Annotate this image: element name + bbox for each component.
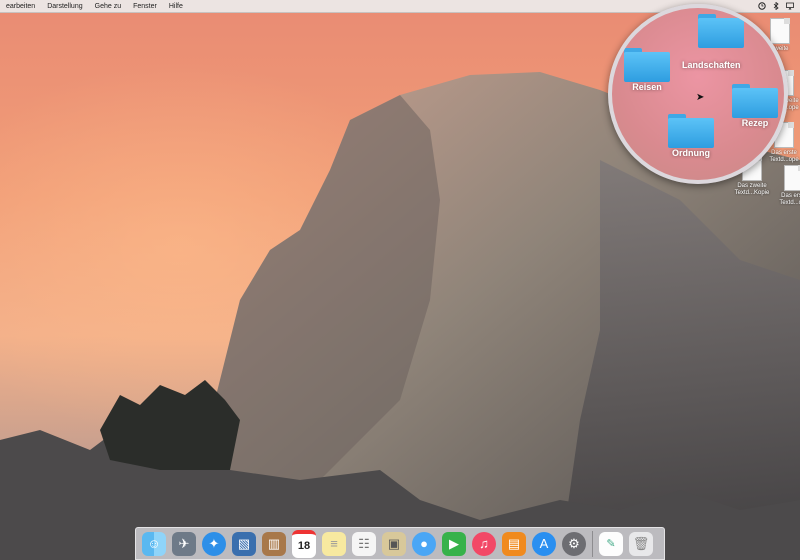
folder-rezepte[interactable]: Rezep [732, 84, 778, 128]
dock: ☺ ✈ ✦ ▧ ▥ 18 ≡ ☷ ▣ ● ▶ ♫ ▤ A ⚙ ✎ 🗑 [135, 527, 665, 560]
airplay-icon[interactable] [786, 2, 794, 10]
calendar-icon[interactable]: 18 [292, 529, 316, 558]
menu-view[interactable]: Darstellung [41, 3, 88, 10]
menu-go[interactable]: Gehe zu [89, 3, 127, 10]
bluetooth-icon[interactable] [772, 2, 780, 10]
text-document-icon [784, 165, 800, 191]
reminders-icon[interactable]: ☷ [352, 531, 376, 556]
status-icons [758, 2, 800, 10]
photo-icon[interactable]: ▧ [232, 531, 256, 556]
desktop-file[interactable]: Das erste Textd...ope [770, 165, 800, 207]
menu-help[interactable]: Hilfe [163, 3, 189, 10]
facetime-icon[interactable]: ▶ [442, 531, 466, 556]
folder-icon [668, 114, 714, 148]
folder-reisen[interactable]: Reisen [624, 48, 670, 92]
messages-icon[interactable]: ● [412, 531, 436, 556]
finder-icon[interactable]: ☺ [142, 531, 166, 556]
folder-ordnung[interactable]: Ordnung [668, 114, 714, 158]
mouse-cursor-icon: ➤ [696, 92, 705, 103]
calendar-day: 18 [297, 539, 311, 552]
preview-icon[interactable]: ▣ [382, 531, 406, 556]
folder-icon [732, 84, 778, 118]
system-preferences-icon[interactable]: ⚙ [562, 531, 586, 556]
menu-edit[interactable]: earbeiten [0, 3, 41, 10]
text-document-icon [770, 18, 790, 44]
dock-separator [592, 530, 593, 557]
appstore-icon[interactable]: A [532, 531, 556, 556]
folder-label: Landschaften [682, 60, 741, 70]
ibooks-icon[interactable]: ▤ [502, 531, 526, 556]
safari-icon[interactable]: ✦ [202, 531, 226, 556]
trash-icon[interactable]: 🗑 [629, 531, 653, 556]
folder-icon [698, 14, 744, 48]
menu-window[interactable]: Fenster [127, 3, 163, 10]
document-icon[interactable]: ✎ [599, 531, 623, 556]
magnifier-lens: Landschaften Reisen Rezep Ordnung ➤ [608, 4, 788, 184]
notes-icon[interactable]: ≡ [322, 531, 346, 556]
time-machine-icon[interactable] [758, 2, 766, 10]
folder-landschaften[interactable] [698, 14, 744, 48]
launchpad-icon[interactable]: ✈ [172, 531, 196, 556]
desktop: earbeiten Darstellung Gehe zu Fenster Hi… [0, 0, 800, 560]
itunes-icon[interactable]: ♫ [472, 531, 496, 556]
folder-icon [624, 48, 670, 82]
contacts-icon[interactable]: ▥ [262, 531, 286, 556]
